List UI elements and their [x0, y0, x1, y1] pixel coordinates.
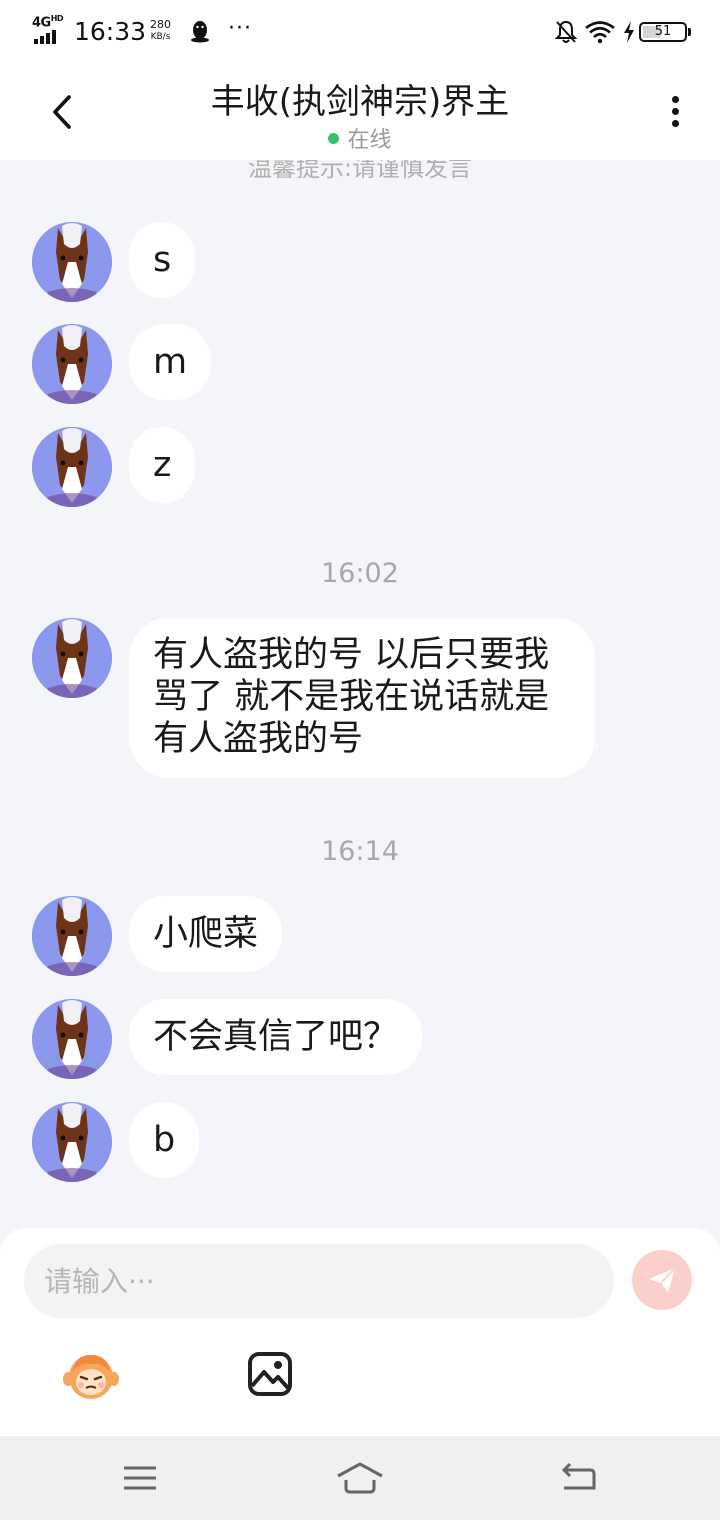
- back-nav-icon[interactable]: [556, 1458, 600, 1498]
- avatar[interactable]: [32, 999, 112, 1079]
- message-bubble[interactable]: 不会真信了吧？: [129, 999, 423, 1075]
- timestamp: 16:14: [321, 836, 399, 867]
- image-icon[interactable]: [246, 1350, 294, 1398]
- clock: 16:33: [74, 17, 147, 46]
- online-status: 在线: [0, 122, 720, 154]
- home-icon[interactable]: [334, 1458, 386, 1498]
- avatar[interactable]: [32, 222, 112, 302]
- horse-avatar-image: [32, 896, 112, 976]
- chat-messages[interactable]: 温馨提示:请谨慎发言 s m z 16:02 有人盗我的号 以后只要我骂了 就不…: [0, 160, 720, 1228]
- message-bubble[interactable]: z: [129, 427, 196, 503]
- horse-avatar-image: [32, 618, 112, 698]
- mute-bell-icon: [555, 20, 577, 43]
- network-type: 4GHD: [32, 14, 64, 31]
- online-dot-icon: [328, 133, 340, 144]
- avatar[interactable]: [32, 427, 112, 507]
- message-bubble[interactable]: 有人盗我的号 以后只要我骂了 就不是我在说话就是有人盗我的号: [129, 618, 595, 778]
- send-icon: [649, 1267, 676, 1292]
- status-bar: 4GHD 16:33 280 KB/s ··· 51: [0, 0, 720, 64]
- horse-avatar-image: [32, 222, 112, 302]
- message-bubble[interactable]: 小爬菜: [129, 896, 283, 972]
- system-nav-bar: [0, 1436, 720, 1520]
- avatar[interactable]: [32, 324, 112, 404]
- send-button[interactable]: [632, 1250, 692, 1310]
- battery-level: 51: [654, 24, 672, 39]
- horse-avatar-image: [32, 999, 112, 1079]
- menu-icon[interactable]: [118, 1458, 162, 1498]
- message-bubble[interactable]: b: [129, 1102, 200, 1178]
- more-notifications-icon: ···: [228, 16, 252, 41]
- message-composer: [0, 1228, 720, 1436]
- horse-avatar-image: [32, 324, 112, 404]
- chat-header: 丰收(执剑神宗)界主 在线: [0, 64, 720, 160]
- emoji-icon[interactable]: [62, 1346, 120, 1404]
- more-options-button[interactable]: [656, 90, 696, 134]
- signal-icon: [34, 30, 64, 44]
- wifi-icon: [585, 21, 615, 44]
- timestamp: 16:02: [321, 558, 399, 589]
- avatar[interactable]: [32, 618, 112, 698]
- message-bubble[interactable]: s: [129, 222, 196, 298]
- system-tip: 温馨提示:请谨慎发言: [247, 160, 473, 182]
- network-speed: 280 KB/s: [150, 18, 171, 43]
- avatar[interactable]: [32, 896, 112, 976]
- qq-penguin-icon: [191, 21, 209, 43]
- chat-title: 丰收(执剑神宗)界主: [210, 82, 510, 122]
- message-input[interactable]: [24, 1244, 614, 1318]
- battery-icon: 51: [639, 22, 691, 42]
- avatar[interactable]: [32, 1102, 112, 1182]
- horse-avatar-image: [32, 1102, 112, 1182]
- charging-icon: [624, 21, 634, 43]
- message-bubble[interactable]: m: [129, 324, 212, 400]
- horse-avatar-image: [32, 427, 112, 507]
